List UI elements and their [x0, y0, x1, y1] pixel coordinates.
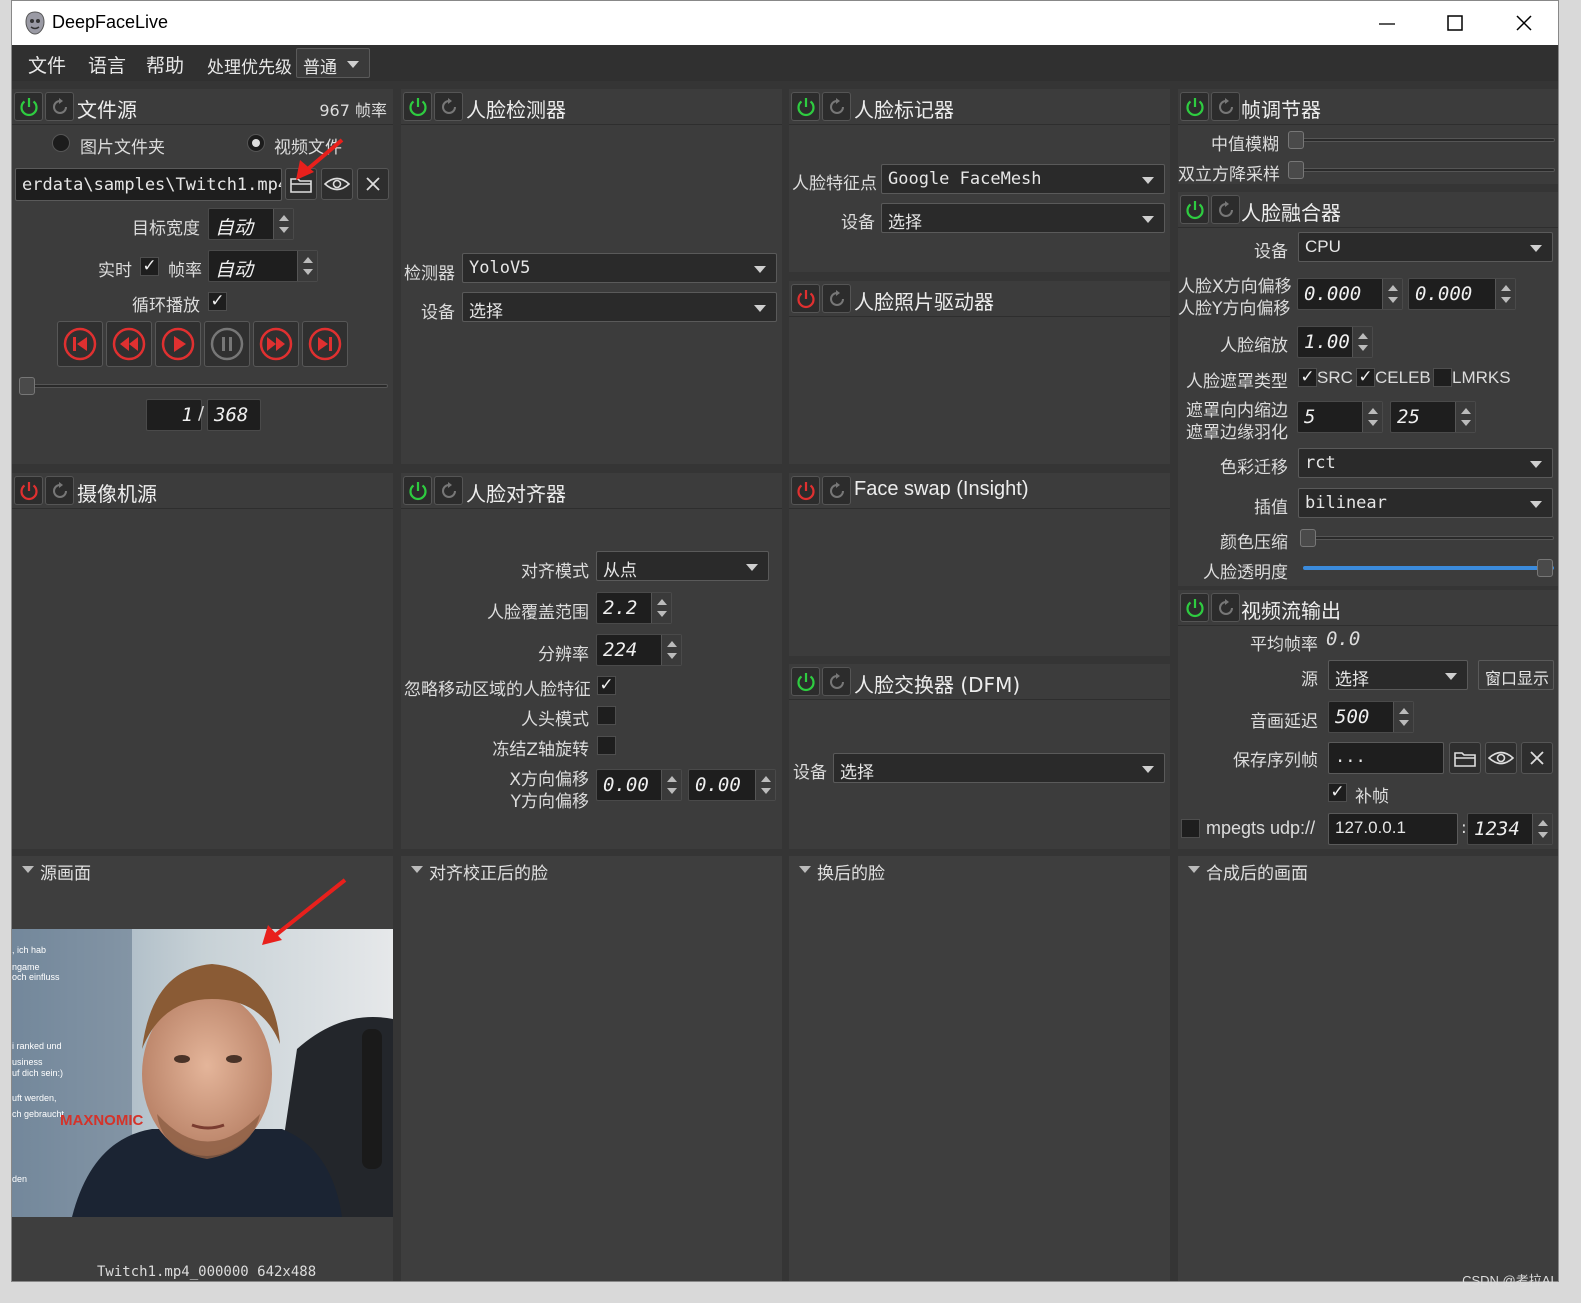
- watermark: CSDN @考拉AI: [1462, 1273, 1554, 1288]
- annotation-arrow-icon: [262, 878, 347, 945]
- annotation-arrow-icon: [296, 138, 344, 180]
- annotation-arrows: [262, 138, 347, 945]
